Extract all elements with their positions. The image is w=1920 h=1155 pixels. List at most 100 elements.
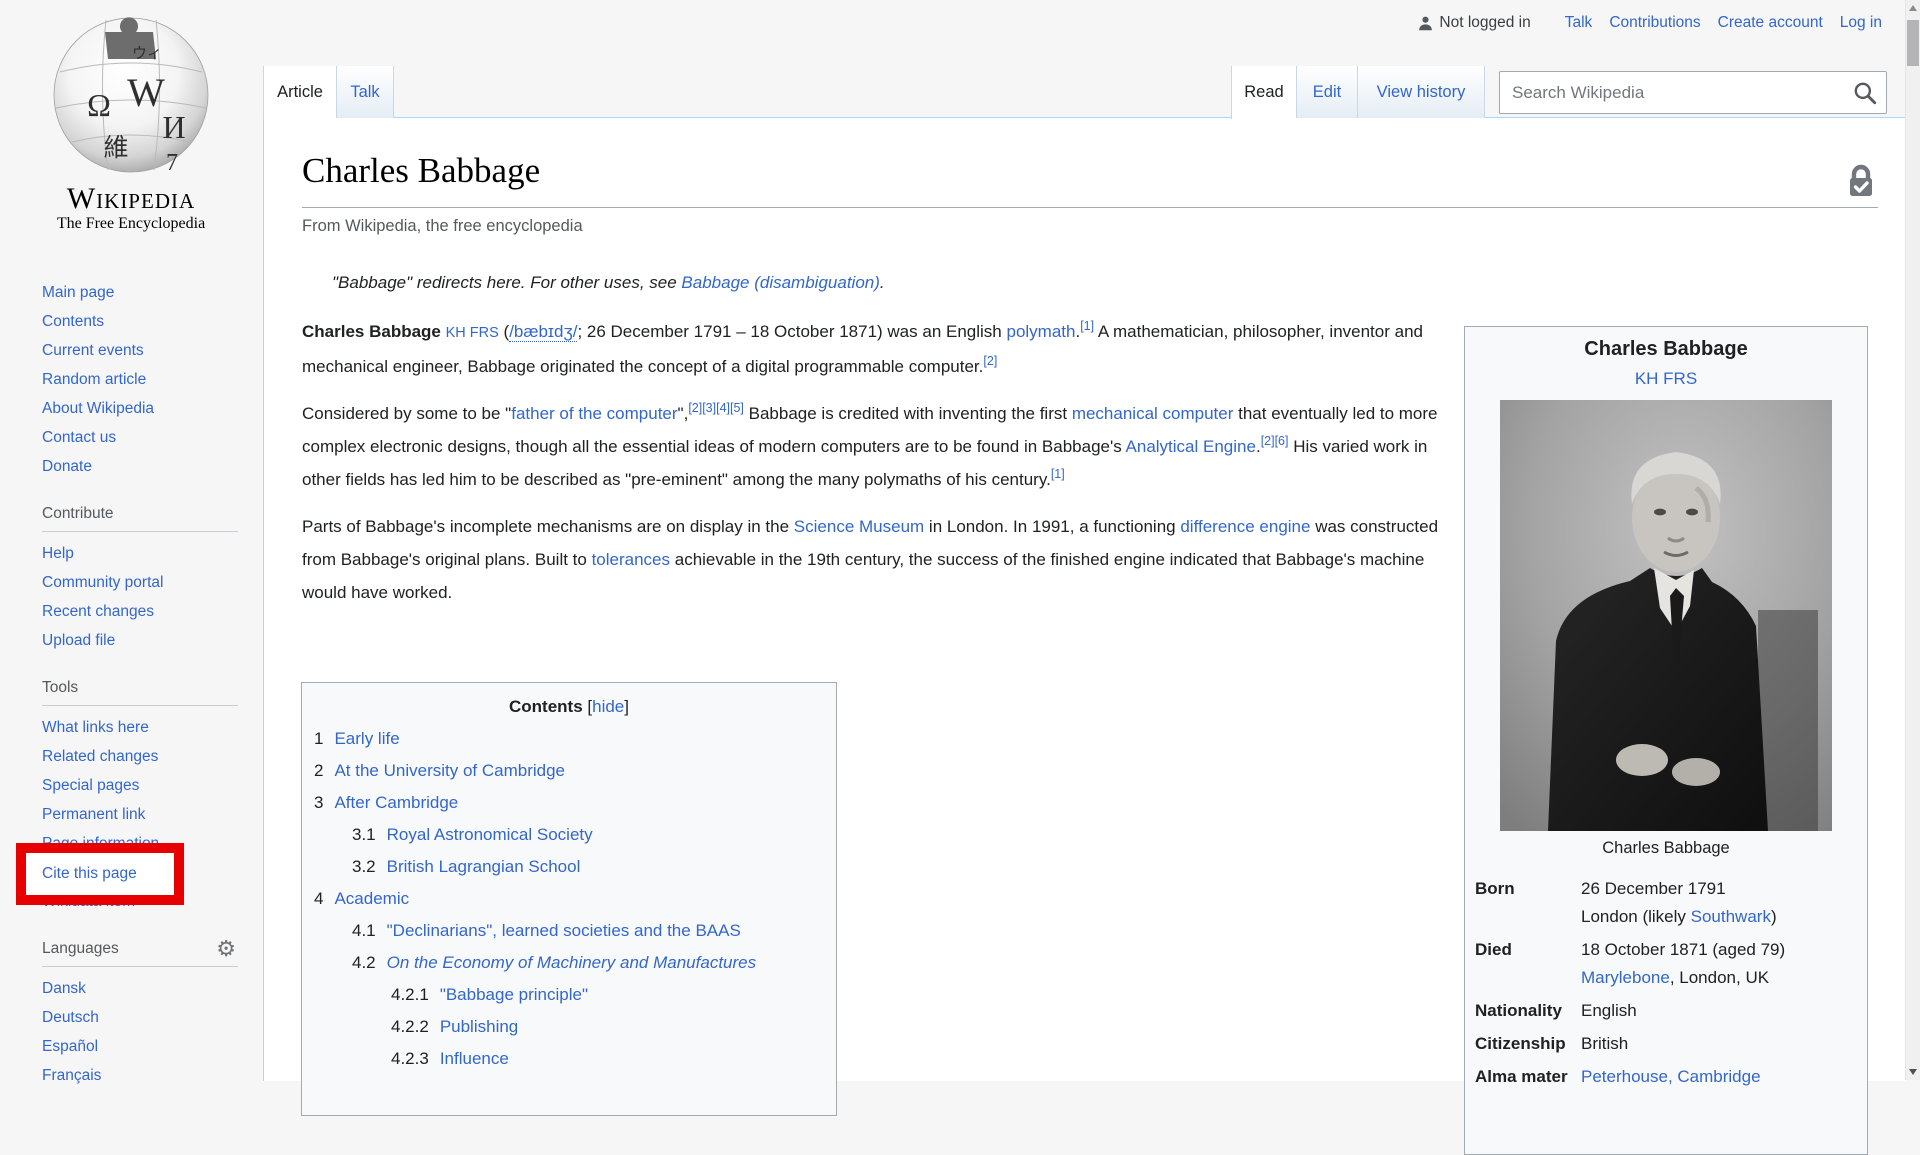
tab-talk[interactable]: Talk xyxy=(336,66,394,118)
svg-text:ウィ: ウィ xyxy=(132,45,162,62)
scrollbar-thumb[interactable] xyxy=(1907,20,1919,66)
toc-header: Contents [hide] xyxy=(302,697,836,717)
toc-link[interactable]: "Babbage principle" xyxy=(440,985,588,1004)
svg-text:И: И xyxy=(162,109,185,145)
toc-link[interactable]: Academic xyxy=(334,889,409,908)
toc-link[interactable]: Royal Astronomical Society xyxy=(387,825,593,844)
inline-link[interactable]: KH FRS xyxy=(446,325,499,341)
list-item: Recent changes xyxy=(42,597,238,626)
scroll-down-arrow[interactable] xyxy=(1909,1069,1917,1075)
personal-link[interactable]: Talk xyxy=(1565,14,1593,31)
list-item: About Wikipedia xyxy=(42,394,154,423)
cite-this-page-link[interactable]: Cite this page xyxy=(26,865,137,883)
personal-link[interactable]: Log in xyxy=(1840,14,1882,31)
inline-link[interactable]: father of the computer xyxy=(511,404,677,423)
lead-section: "Babbage" redirects here. For other uses… xyxy=(302,266,1442,623)
sidebar-link[interactable]: Random article xyxy=(42,371,146,388)
toc-item: 3After Cambridge xyxy=(302,787,836,819)
tab-article[interactable]: Article xyxy=(263,66,336,119)
toc-link[interactable]: After Cambridge xyxy=(334,793,458,812)
personal-link[interactable]: Create account xyxy=(1718,14,1823,31)
wikipedia-globe-icon: W Ω И 維 ウィ 7 xyxy=(50,10,212,176)
language-link[interactable]: Deutsch xyxy=(42,1009,99,1026)
toc-link[interactable]: Influence xyxy=(440,1049,509,1068)
sidebar-link[interactable]: What links here xyxy=(42,719,149,736)
toc-link[interactable]: "Declinarians", learned societies and th… xyxy=(387,921,741,940)
sidebar-link[interactable]: Community portal xyxy=(42,574,163,591)
inline-link[interactable]: Peterhouse, Cambridge xyxy=(1581,1067,1761,1086)
inline-link[interactable]: Babbage (disambiguation) xyxy=(681,273,879,292)
toc-link[interactable]: At the University of Cambridge xyxy=(334,761,565,780)
sidebar-link[interactable]: Permanent link xyxy=(42,806,145,823)
sidebar-link[interactable]: Upload file xyxy=(42,632,115,649)
sidebar-link[interactable]: Contact us xyxy=(42,429,116,446)
personal-bar: Not logged in TalkContributionsCreate ac… xyxy=(1417,14,1882,32)
list-item: Deutsch xyxy=(42,1003,238,1032)
infobox-value: Peterhouse, Cambridge xyxy=(1581,1063,1857,1091)
gear-icon[interactable]: ⚙ xyxy=(216,936,236,962)
hatnote: "Babbage" redirects here. For other uses… xyxy=(332,266,1442,299)
inline-link[interactable]: Analytical Engine xyxy=(1126,437,1256,456)
toc-link[interactable]: Early life xyxy=(334,729,399,748)
toc-list: 1Early life2At the University of Cambrid… xyxy=(302,723,836,1075)
list-item: Main page xyxy=(42,278,154,307)
infobox-caption: Charles Babbage xyxy=(1465,837,1867,859)
inline-link[interactable]: mechanical computer xyxy=(1072,404,1234,423)
sidebar-main-nav: Main page Contents Current events Random ar… xyxy=(42,278,154,481)
personal-link[interactable]: Contributions xyxy=(1609,14,1700,31)
section-title-contribute: Contribute xyxy=(42,505,238,532)
sidebar-link[interactable]: Main page xyxy=(42,284,114,301)
scroll-up-arrow[interactable] xyxy=(1909,5,1917,11)
search-input[interactable] xyxy=(1500,83,1852,103)
portrait-image[interactable] xyxy=(1500,400,1832,831)
inline-link[interactable]: difference engine xyxy=(1180,517,1310,536)
toc-item: 3.1Royal Astronomical Society xyxy=(302,819,836,851)
sidebar-link[interactable]: Contents xyxy=(42,313,104,330)
sidebar-link[interactable]: Related changes xyxy=(42,748,158,765)
list-item: Help xyxy=(42,539,238,568)
page-scrollbar[interactable] xyxy=(1905,0,1920,1080)
search-icon[interactable] xyxy=(1852,80,1878,106)
sidebar-section-languages: Languages ⚙ Dansk Deutsch Español Français xyxy=(42,940,238,1090)
inline-link[interactable]: Science Museum xyxy=(794,517,924,536)
wikipedia-logo[interactable]: W Ω И 維 ウィ 7 Wikipedia The Free Encyclop… xyxy=(21,10,241,233)
sidebar-link[interactable]: Special pages xyxy=(42,777,139,794)
reference-link[interactable]: [1] xyxy=(1051,467,1065,481)
reference-link[interactable]: [2] xyxy=(983,354,997,368)
tab-edit[interactable]: Edit xyxy=(1296,66,1357,118)
list-item: Random article xyxy=(42,365,154,394)
sidebar-link[interactable]: Donate xyxy=(42,458,92,475)
inline-link[interactable]: Marylebone xyxy=(1581,968,1670,987)
inline-link[interactable]: Southwark xyxy=(1691,907,1771,926)
toc-link[interactable]: On the Economy of Machinery and Manufact… xyxy=(387,953,756,972)
sidebar-link[interactable]: Current events xyxy=(42,342,144,359)
reference-link[interactable]: [2][3][4][5] xyxy=(688,401,744,415)
toc-link[interactable]: Publishing xyxy=(440,1017,518,1036)
language-link[interactable]: Dansk xyxy=(42,980,86,997)
language-link[interactable]: Français xyxy=(42,1067,101,1084)
personal-links: Talk Contributions Create account Log in xyxy=(1548,14,1882,32)
section-title-languages: Languages ⚙ xyxy=(42,940,238,967)
sidebar-link[interactable]: About Wikipedia xyxy=(42,400,154,417)
list-item: Donate xyxy=(42,452,154,481)
tab-read[interactable]: Read xyxy=(1231,66,1296,119)
list-item: Current events xyxy=(42,336,154,365)
honorific-link[interactable]: KH FRS xyxy=(1635,369,1697,388)
infobox-row: NationalityEnglish xyxy=(1475,995,1857,1028)
tab-view-history[interactable]: View history xyxy=(1357,66,1485,118)
toc-item: 4.1"Declinarians", learned societies and… xyxy=(302,915,836,947)
sidebar-link[interactable]: Recent changes xyxy=(42,603,154,620)
inline-link[interactable]: polymath xyxy=(1006,322,1075,341)
pronunciation-link[interactable]: /bæbɪdʒ/ xyxy=(509,322,577,342)
sidebar-link[interactable]: Help xyxy=(42,545,74,562)
reference-link[interactable]: [2][6] xyxy=(1261,434,1289,448)
protection-lock-icon[interactable] xyxy=(1846,163,1876,199)
toc-link[interactable]: British Lagrangian School xyxy=(387,857,581,876)
reference-link[interactable]: [1] xyxy=(1080,319,1094,333)
inline-link[interactable]: tolerances xyxy=(592,550,670,569)
toc-hide-toggle[interactable]: hide xyxy=(592,697,624,716)
section-title-tools: Tools xyxy=(42,679,238,706)
toc-item: 4.2.1"Babbage principle" xyxy=(302,979,836,1011)
sidebar-section-contribute: Contribute Help Community portal Recent ch… xyxy=(42,505,238,655)
language-link[interactable]: Español xyxy=(42,1038,98,1055)
